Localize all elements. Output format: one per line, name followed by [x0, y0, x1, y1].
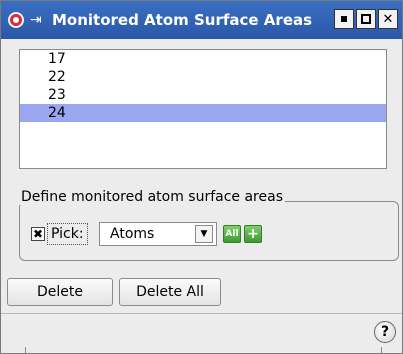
- app-icon[interactable]: [8, 12, 24, 28]
- title-bar[interactable]: ⇥ Monitored Atom Surface Areas ✕: [1, 1, 402, 39]
- pin-icon[interactable]: ⇥: [30, 12, 48, 28]
- window-title: Monitored Atom Surface Areas: [52, 11, 313, 29]
- minimize-button[interactable]: [334, 9, 354, 29]
- list-item-selected[interactable]: 24: [20, 104, 386, 122]
- maximize-button[interactable]: [356, 9, 376, 29]
- close-icon: ✕: [382, 11, 394, 27]
- list-item[interactable]: 22: [20, 68, 386, 86]
- delete-all-button[interactable]: Delete All: [119, 278, 221, 306]
- close-button[interactable]: ✕: [378, 9, 398, 29]
- help-icon[interactable]: ?: [374, 321, 396, 343]
- pick-mode-select[interactable]: Atoms ▼: [99, 222, 217, 246]
- maximize-icon: [361, 14, 371, 24]
- monitored-atom-surface-areas-window: ⇥ Monitored Atom Surface Areas ✕ 17 22 2…: [0, 0, 403, 354]
- delete-button[interactable]: Delete: [7, 278, 113, 306]
- list-item[interactable]: 17: [20, 50, 386, 68]
- pick-checkbox[interactable]: ✖: [31, 227, 45, 241]
- minimize-icon: [341, 16, 347, 22]
- define-group-title: Define monitored atom surface areas: [19, 189, 285, 205]
- list-item[interactable]: 23: [20, 86, 386, 104]
- resize-edge-right: [381, 347, 382, 353]
- footer-divider: [1, 313, 402, 314]
- chevron-down-icon[interactable]: ▼: [195, 225, 213, 243]
- atom-list[interactable]: 17 22 23 24: [19, 49, 387, 169]
- pick-label[interactable]: Pick:: [47, 223, 88, 245]
- pick-mode-value: Atoms: [110, 226, 155, 242]
- select-all-button[interactable]: All: [223, 225, 241, 243]
- resize-edge-left: [25, 347, 26, 353]
- add-icon[interactable]: +: [244, 225, 262, 243]
